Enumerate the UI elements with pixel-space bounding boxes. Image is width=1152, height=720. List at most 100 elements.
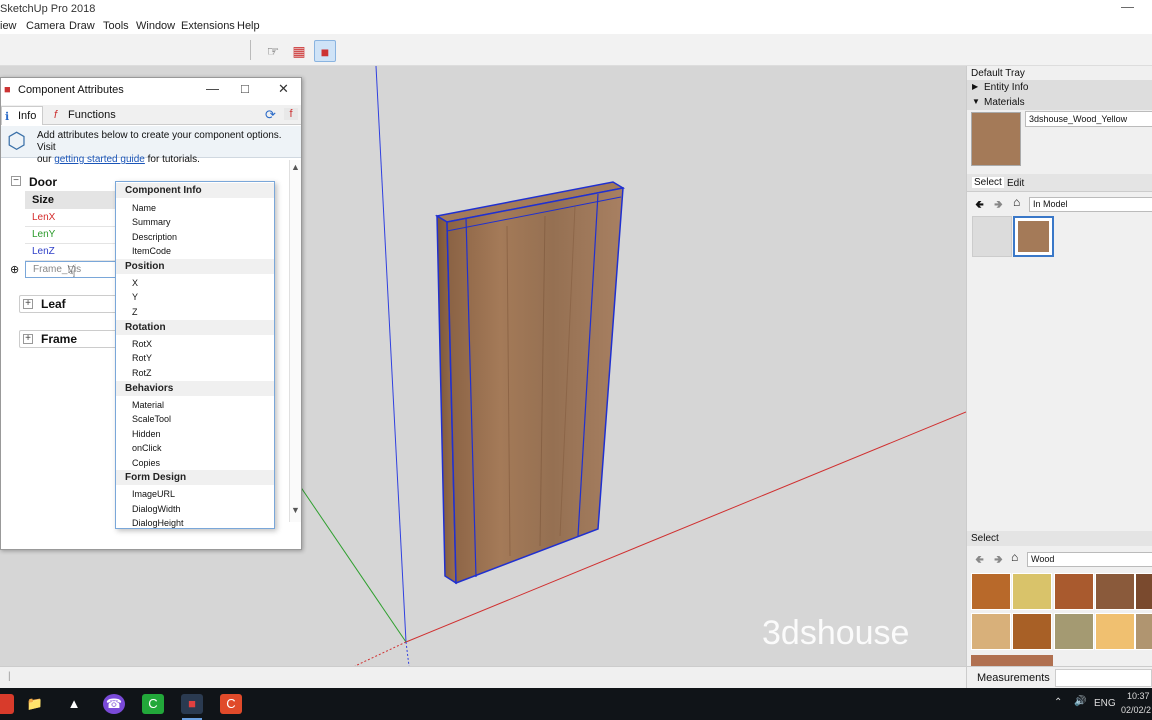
component-attributes-icon[interactable]: ■ <box>314 40 336 62</box>
wood-swatch[interactable] <box>1135 573 1152 610</box>
collection-select[interactable]: In Model <box>1029 197 1152 212</box>
volume-icon[interactable]: 🔊 <box>1074 696 1086 707</box>
wood-swatch-partial[interactable] <box>971 655 1053 666</box>
group-leaf[interactable]: Leaf <box>41 297 66 311</box>
wood-swatch[interactable] <box>1135 613 1152 650</box>
dd-item-itemcode[interactable]: ItemCode <box>132 246 171 256</box>
dynamic-interact-icon[interactable]: ☞ <box>262 40 284 62</box>
menu-draw[interactable]: Draw <box>69 20 95 32</box>
tab-edit[interactable]: Edit <box>1007 178 1024 189</box>
tab-select[interactable]: Select <box>972 177 1004 188</box>
viber-icon[interactable]: ☎ <box>103 694 125 714</box>
menu-extensions[interactable]: Extensions <box>181 20 235 32</box>
material-swatch-fill <box>1018 221 1049 252</box>
dd-item-imageurl[interactable]: ImageURL <box>132 489 175 499</box>
library-forward-icon[interactable]: 🢂 <box>994 551 1003 570</box>
tray-title: Default Tray <box>971 68 1025 79</box>
dd-item-name[interactable]: Name <box>132 203 156 213</box>
dd-item-description[interactable]: Description <box>132 232 177 242</box>
scroll-up-icon[interactable]: ▲ <box>291 162 300 172</box>
dd-item-copies[interactable]: Copies <box>132 458 160 468</box>
wood-swatch[interactable] <box>1054 613 1094 650</box>
wood-swatch[interactable] <box>1054 573 1094 610</box>
dd-item-roty[interactable]: RotY <box>132 353 152 363</box>
sketchup-logo-icon: ■ <box>4 84 11 96</box>
tab-info-label: Info <box>18 110 37 122</box>
wood-swatch[interactable] <box>1012 613 1052 650</box>
frame-expand-icon[interactable]: + <box>23 334 33 344</box>
file-explorer-icon[interactable]: 📁 <box>24 694 46 714</box>
scroll-down-icon[interactable]: ▼ <box>291 505 300 515</box>
library-select[interactable]: Wood <box>1027 552 1152 567</box>
tab-info[interactable]: ℹ Info <box>1 106 43 125</box>
library-back-icon[interactable]: 🢀 <box>975 551 984 570</box>
menu-window[interactable]: Window <box>136 20 175 32</box>
window-title: SketchUp Pro 2018 <box>0 3 96 15</box>
taskbar-app-icon[interactable] <box>0 694 14 714</box>
dialog-minimize-icon[interactable]: — <box>206 81 219 96</box>
forward-arrow-icon[interactable]: 🢂 <box>994 196 1003 215</box>
panel-entity-info[interactable]: ▶ Entity Info <box>967 80 1152 95</box>
back-arrow-icon[interactable]: 🢀 <box>975 196 984 215</box>
recorder-icon[interactable]: C <box>220 694 242 714</box>
menu-help[interactable]: Help <box>237 20 260 32</box>
wood-swatch[interactable] <box>1095 613 1135 650</box>
menu-bar: iew Camera Draw Tools Window Extensions … <box>0 18 1152 34</box>
photos-icon[interactable]: ▲ <box>63 694 85 714</box>
dd-item-x[interactable]: X <box>132 278 138 288</box>
dd-item-hidden[interactable]: Hidden <box>132 429 161 439</box>
menu-view[interactable]: iew <box>0 20 17 32</box>
menu-camera[interactable]: Camera <box>26 20 65 32</box>
dialog-scrollbar[interactable]: ▲ ▼ <box>289 160 301 522</box>
component-options-icon[interactable]: ▦ <box>288 40 310 62</box>
minimize-button[interactable]: — <box>1121 0 1134 14</box>
attr-lenx[interactable]: LenX <box>25 210 117 227</box>
camtasia-icon[interactable]: C <box>142 694 164 714</box>
dd-item-dialogheight[interactable]: DialogHeight <box>132 518 184 528</box>
tray-chevron-icon[interactable]: ⌃ <box>1054 697 1062 708</box>
dd-item-summary[interactable]: Summary <box>132 217 171 227</box>
dd-item-dialogwidth[interactable]: DialogWidth <box>132 504 181 514</box>
attr-leny[interactable]: LenY <box>25 227 117 244</box>
wood-swatch[interactable] <box>971 613 1011 650</box>
toolbar: ☞ ▦ ■ <box>0 34 1152 66</box>
dd-item-rotz[interactable]: RotZ <box>132 368 152 378</box>
material-name-field[interactable]: 3dshouse_Wood_Yellow <box>1025 111 1152 127</box>
status-bar: | Measurements <box>0 666 1152 689</box>
wood-swatch[interactable] <box>1095 573 1135 610</box>
dd-item-rotx[interactable]: RotX <box>132 339 152 349</box>
wood-swatch[interactable] <box>971 573 1011 610</box>
menu-tools[interactable]: Tools <box>103 20 129 32</box>
default-tray: Default Tray ▶ Entity Info ▼ Materials 3… <box>966 66 1152 666</box>
door-collapse-icon[interactable]: − <box>11 176 21 186</box>
dd-item-z[interactable]: Z <box>132 307 138 317</box>
dd-item-material[interactable]: Material <box>132 400 164 410</box>
function-toggle-icon[interactable]: f <box>284 108 298 120</box>
group-door[interactable]: Door <box>29 175 57 189</box>
material-swatch-selected[interactable] <box>1013 216 1054 257</box>
add-attribute-icon[interactable]: ⊕ <box>10 263 19 276</box>
blue-axis <box>375 66 407 643</box>
panel-materials[interactable]: ▼ Materials <box>967 95 1152 110</box>
tab-functions[interactable]: f Functions <box>49 106 117 125</box>
material-swatch-default[interactable] <box>972 216 1012 257</box>
attribute-dropdown[interactable]: Component Info Name Summary Description … <box>115 181 275 529</box>
sketchup-taskbar-icon[interactable]: ■ <box>181 694 203 714</box>
dd-item-y[interactable]: Y <box>132 292 138 302</box>
dialog-close-icon[interactable]: ✕ <box>278 81 289 97</box>
dd-item-onclick[interactable]: onClick <box>132 443 162 453</box>
measurements-input[interactable] <box>1055 669 1152 687</box>
dialog-tabs: ℹ Info f Functions ⟳ f <box>1 105 301 125</box>
leaf-expand-icon[interactable]: + <box>23 299 33 309</box>
refresh-icon[interactable]: ⟳ <box>265 107 276 123</box>
library-home-icon[interactable]: ⌂ <box>1011 550 1018 564</box>
wood-swatch[interactable] <box>1012 573 1052 610</box>
dialog-maximize-icon[interactable]: □ <box>241 81 249 96</box>
dd-item-scaletool[interactable]: ScaleTool <box>132 414 171 424</box>
language-indicator[interactable]: ENG <box>1094 698 1116 709</box>
attr-lenz[interactable]: LenZ <box>25 244 117 261</box>
group-frame[interactable]: Frame <box>41 332 77 346</box>
measurements-label-box: Measurements <box>966 667 1054 689</box>
door-model[interactable] <box>434 181 626 585</box>
home-icon[interactable]: ⌂ <box>1013 195 1020 209</box>
